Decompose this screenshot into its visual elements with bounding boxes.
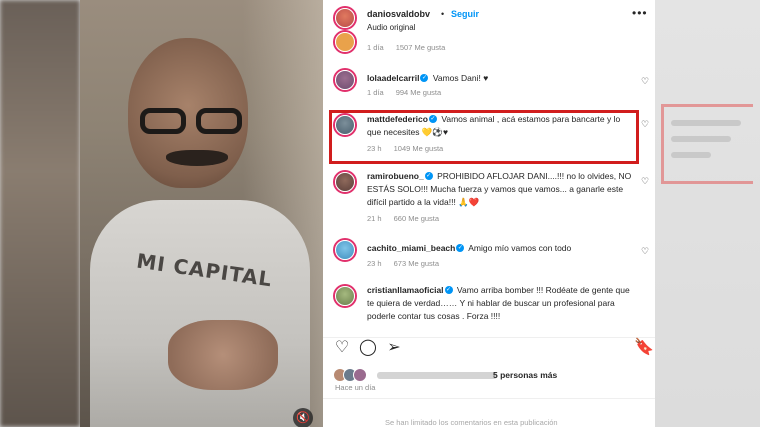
comment-like-heart-icon[interactable]: ♡ <box>641 246 651 256</box>
separator-dot: • <box>441 9 445 19</box>
verified-badge-icon: ✓ <box>456 244 465 253</box>
blurred-text-line <box>671 136 731 142</box>
post-header: daniosvaldobv • Seguir Audio original ••… <box>323 0 655 40</box>
likes-summary[interactable]: 5 personas más <box>333 368 653 382</box>
comments-limited-notice: Se han limitado los comentarios en esta … <box>385 418 558 427</box>
blurred-right-background <box>655 0 760 427</box>
comment-username[interactable]: cachito_miami_beach <box>367 243 455 253</box>
comment-time: 1 día <box>367 43 384 52</box>
video-person-hands <box>168 320 278 390</box>
comment-avatar[interactable] <box>333 284 357 308</box>
author-username[interactable]: daniosvaldobv <box>367 9 430 19</box>
comment-time: 23 h <box>367 259 382 268</box>
comment-like-heart-icon[interactable]: ♡ <box>641 76 651 86</box>
author-avatar[interactable] <box>333 6 357 30</box>
mute-icon[interactable]: 🔇 <box>293 408 313 427</box>
comment-body: cristianllamaoficial ✓ Vamo arriba bomber… <box>367 284 635 323</box>
comment-username[interactable]: cristianllamaoficial <box>367 285 444 295</box>
comment-footer: Se han limitado los comentarios en esta … <box>323 398 655 427</box>
share-icon[interactable]: ➢ <box>385 339 403 357</box>
comment-body: lolaadelcarril ✓ Vamos Dani! ♥ <box>367 72 635 85</box>
comment-text: Vamos Dani! ♥ <box>432 73 489 83</box>
comment-meta: 1 día 1507 Me gusta <box>367 43 445 52</box>
follow-button[interactable]: Seguir <box>451 9 479 19</box>
comment-avatar[interactable] <box>333 170 357 194</box>
verified-badge-icon: ✓ <box>420 74 429 83</box>
comment-text: Amigo mío vamos con todo <box>468 243 572 253</box>
blurred-text-line <box>671 152 711 158</box>
comment-meta: 21 h 660 Me gusta <box>367 214 439 223</box>
verified-badge-icon: ✓ <box>444 286 453 295</box>
likes-count-text[interactable]: 5 personas más <box>493 370 557 380</box>
comment-time: 21 h <box>367 214 382 223</box>
blurred-text-line <box>671 120 741 126</box>
video-person-mustache <box>166 150 228 166</box>
video-player[interactable]: MI CAPITAL 🔇 <box>80 0 323 427</box>
comment-meta: 23 h 673 Me gusta <box>367 259 439 268</box>
post-time: Hace un día <box>335 383 376 392</box>
blurred-highlight-ghost <box>661 104 753 184</box>
comment-meta: 1 día 994 Me gusta <box>367 88 441 97</box>
bookmark-icon[interactable]: 🔖 <box>634 339 654 357</box>
comment-username[interactable]: ramirobueno_ <box>367 171 424 181</box>
video-person-glasses <box>140 108 258 136</box>
comment-likes[interactable]: 994 Me gusta <box>396 88 441 97</box>
comment-body: ramirobueno_ ✓ PROHIBIDO AFLOJAR DANI....… <box>367 170 635 209</box>
post-panel: daniosvaldobv • Seguir Audio original ••… <box>323 0 655 427</box>
comment-likes[interactable]: 673 Me gusta <box>394 259 439 268</box>
comment-like-heart-icon[interactable]: ♡ <box>641 119 651 129</box>
comment-like-heart-icon[interactable]: ♡ <box>641 176 651 186</box>
blurred-liker-names <box>377 372 497 379</box>
comment-icon[interactable]: ◯ <box>359 339 377 357</box>
verified-badge-icon: ✓ <box>424 172 433 181</box>
highlight-box <box>329 110 639 164</box>
comments-list[interactable]: 1 día 1507 Me gusta lolaadelcarril ✓ Vamos… <box>323 30 655 321</box>
comment-avatar[interactable] <box>333 30 357 54</box>
comment-time: 1 día <box>367 88 384 97</box>
comment-likes[interactable]: 1507 Me gusta <box>396 43 446 52</box>
comment-body: cachito_miami_beach ✓ Amigo mío vamos con… <box>367 242 635 255</box>
liker-avatar <box>353 368 367 382</box>
blurred-left-background <box>0 0 80 427</box>
comment-username[interactable]: lolaadelcarril <box>367 73 419 83</box>
heart-icon[interactable]: ♡ <box>333 339 351 357</box>
more-icon[interactable]: ••• <box>632 6 648 20</box>
comment-likes[interactable]: 660 Me gusta <box>394 214 439 223</box>
audio-label[interactable]: Audio original <box>367 23 415 32</box>
video-person-shirt <box>90 200 310 427</box>
comment-avatar[interactable] <box>333 68 357 92</box>
comment-avatar[interactable] <box>333 238 357 262</box>
